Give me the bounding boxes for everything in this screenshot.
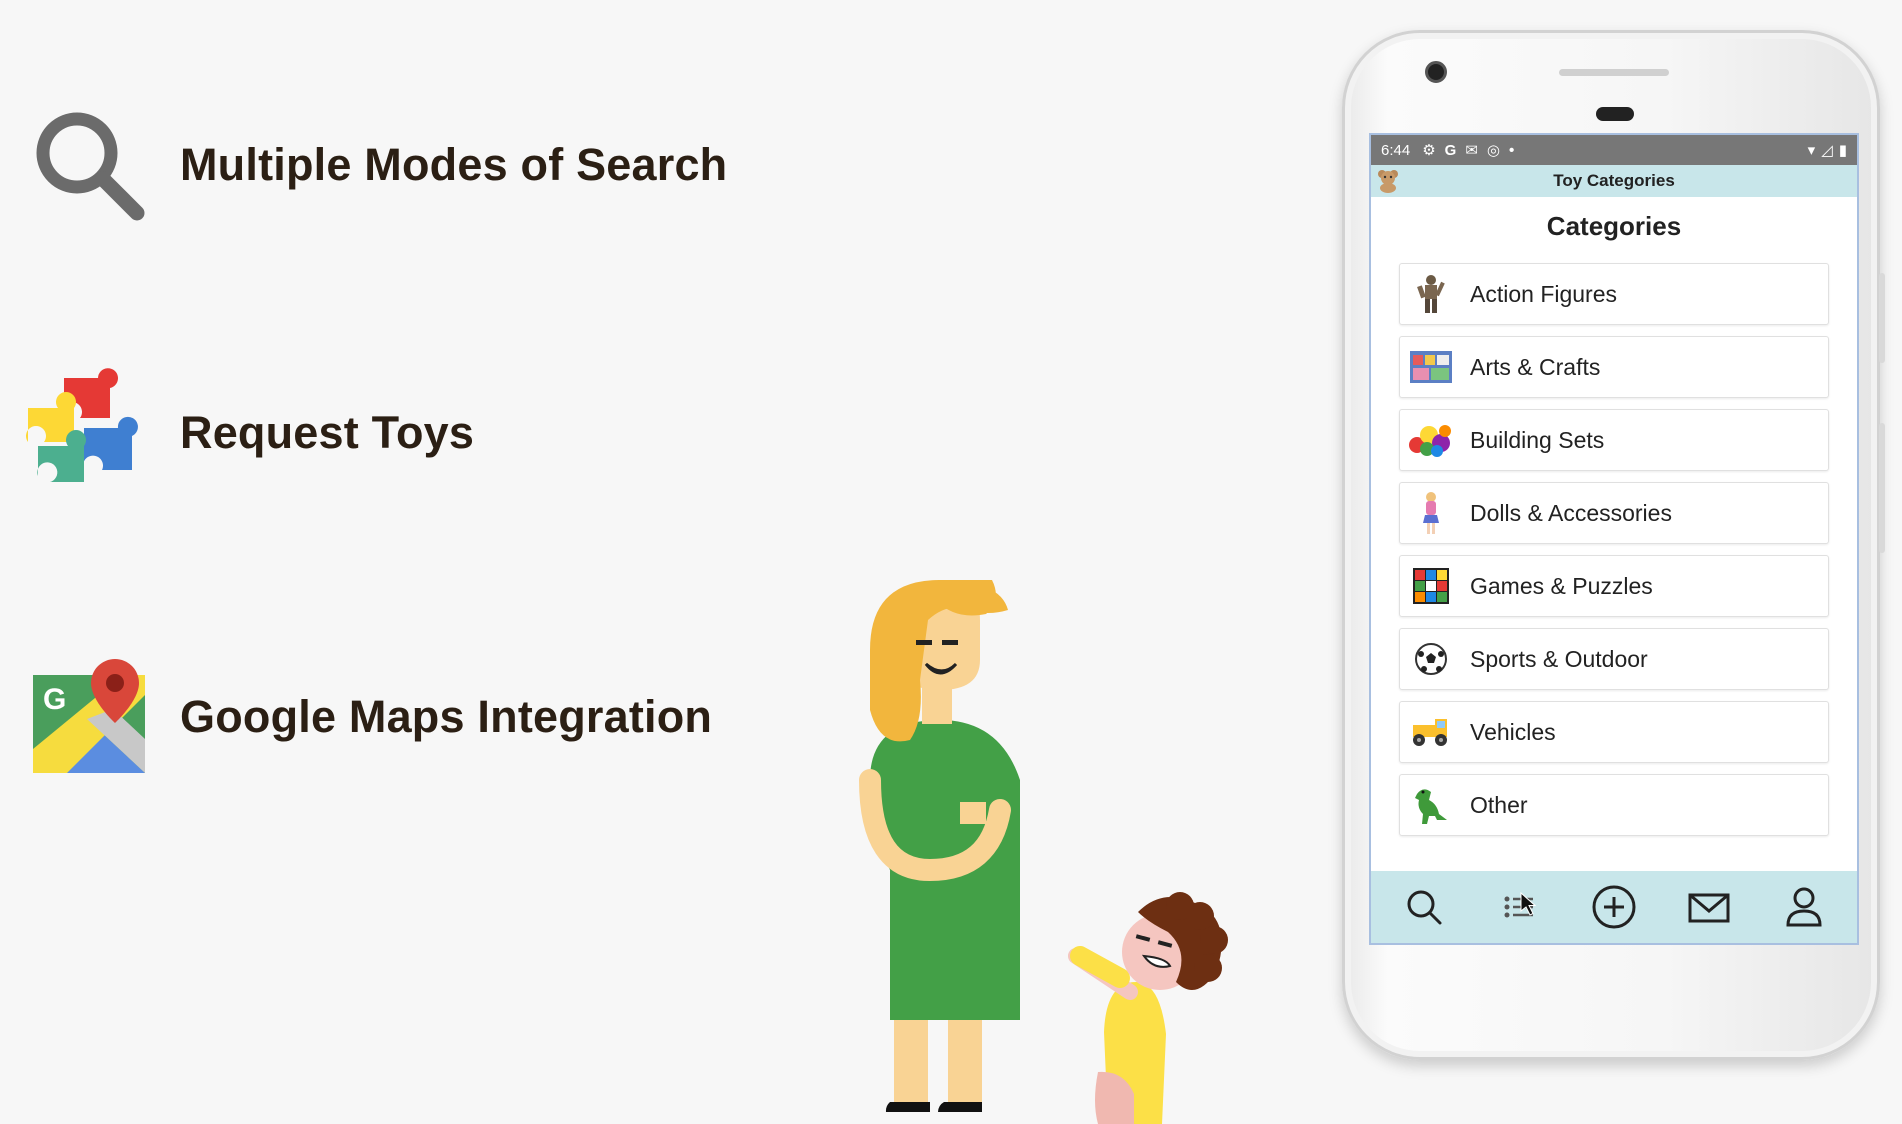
- action-figure-icon: [1406, 269, 1456, 319]
- feature-google-maps: G Google Maps Integration: [24, 652, 712, 782]
- profile-icon[interactable]: [1776, 879, 1832, 935]
- list-icon[interactable]: [1491, 879, 1547, 935]
- dot-status-icon: •: [1509, 141, 1515, 159]
- signal-icon: ◿: [1821, 142, 1833, 159]
- teddy-bear-icon: [1378, 170, 1398, 193]
- add-circle-icon[interactable]: [1586, 879, 1642, 935]
- search-icon[interactable]: [1396, 879, 1452, 935]
- soccer-ball-icon: [1406, 634, 1456, 684]
- page: Multiple Modes of Search Request Toys G: [0, 0, 1902, 1124]
- category-item-sports-outdoor[interactable]: Sports & Outdoor: [1399, 628, 1829, 690]
- magnifier-icon: [24, 100, 154, 230]
- category-list: Action Figures Arts & Crafts Building Se…: [1371, 263, 1857, 836]
- svg-text:G: G: [43, 683, 66, 716]
- feature-label: Multiple Modes of Search: [180, 139, 728, 190]
- phone-screen: 6:44 ⚙ G ✉ ◎ • ▾ ◿ ▮ Toy Categories Cate…: [1369, 133, 1859, 945]
- category-item-dolls-accessories[interactable]: Dolls & Accessories: [1399, 482, 1829, 544]
- app-bar: Toy Categories: [1371, 165, 1857, 197]
- bottom-navigation: [1371, 871, 1857, 943]
- front-camera: [1425, 61, 1447, 83]
- mother-child-illustration: [859, 580, 1228, 1124]
- puzzle-icon: [24, 368, 154, 498]
- category-label: Action Figures: [1470, 280, 1618, 307]
- category-label: Arts & Crafts: [1470, 353, 1601, 380]
- app-bar-title: Toy Categories: [1553, 171, 1675, 190]
- feature-search: Multiple Modes of Search: [24, 100, 727, 230]
- doll-icon: [1406, 488, 1456, 538]
- settings-status-icon: ⚙: [1422, 142, 1436, 159]
- category-item-building-sets[interactable]: Building Sets: [1399, 409, 1829, 471]
- wifi-icon: ▾: [1807, 142, 1816, 159]
- feature-label: Google Maps Integration: [180, 691, 713, 742]
- screen-title: Categories: [1546, 211, 1682, 241]
- feature-request-toys: Request Toys: [24, 368, 474, 498]
- sync-status-icon: ◎: [1486, 142, 1500, 159]
- mail-icon[interactable]: [1681, 879, 1737, 935]
- dinosaur-icon: [1406, 780, 1456, 830]
- volume-button: [1879, 273, 1885, 363]
- google-maps-icon: G: [24, 652, 154, 782]
- category-label: Building Sets: [1470, 426, 1605, 453]
- category-label: Other: [1470, 791, 1528, 818]
- building-blocks-icon: [1406, 415, 1456, 465]
- feature-label: Request Toys: [180, 407, 475, 458]
- earpiece-speaker: [1559, 69, 1669, 76]
- category-item-vehicles[interactable]: Vehicles: [1399, 701, 1829, 763]
- google-status-icon: G: [1444, 141, 1457, 159]
- arts-crafts-icon: [1406, 342, 1456, 392]
- category-label: Dolls & Accessories: [1470, 499, 1672, 526]
- category-item-games-puzzles[interactable]: Games & Puzzles: [1399, 555, 1829, 617]
- status-time: 6:44: [1381, 141, 1411, 159]
- category-item-action-figures[interactable]: Action Figures: [1399, 263, 1829, 325]
- rubiks-cube-icon: [1406, 561, 1456, 611]
- phone-mockup: 6:44 ⚙ G ✉ ◎ • ▾ ◿ ▮ Toy Categories Cate…: [1342, 30, 1885, 1060]
- proximity-sensor: [1596, 107, 1634, 121]
- battery-icon: ▮: [1838, 142, 1847, 159]
- gmail-status-icon: ✉: [1465, 142, 1478, 159]
- power-button: [1879, 423, 1885, 553]
- category-label: Games & Puzzles: [1470, 572, 1653, 599]
- category-item-other[interactable]: Other: [1399, 774, 1829, 836]
- category-item-arts-crafts[interactable]: Arts & Crafts: [1399, 336, 1829, 398]
- category-label: Vehicles: [1470, 718, 1556, 745]
- toy-truck-icon: [1406, 707, 1456, 757]
- status-bar: 6:44 ⚙ G ✉ ◎ • ▾ ◿ ▮: [1371, 135, 1857, 165]
- category-label: Sports & Outdoor: [1470, 645, 1648, 672]
